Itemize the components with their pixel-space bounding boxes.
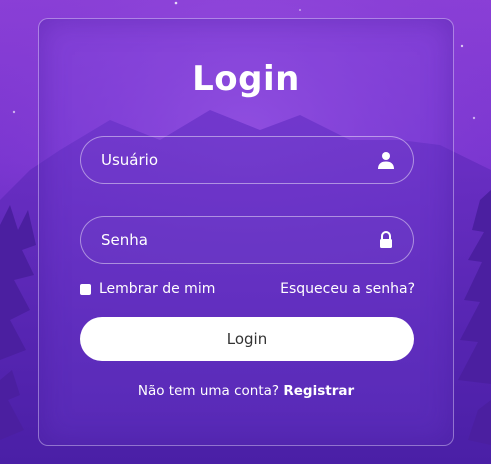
login-button[interactable]: Login (80, 317, 414, 361)
remember-label: Lembrar de mim (99, 281, 216, 297)
username-input[interactable] (101, 137, 361, 183)
user-icon (377, 150, 395, 170)
remember-me[interactable]: Lembrar de mim (80, 281, 215, 297)
lock-icon (377, 230, 395, 250)
login-title: Login (192, 59, 300, 99)
login-card: Login Lembrar de mim Esqueceu a senha? L… (38, 18, 454, 446)
password-input[interactable] (101, 217, 361, 263)
username-field[interactable] (80, 136, 414, 184)
password-field[interactable] (80, 216, 414, 264)
forgot-password-link[interactable]: Esqueceu a senha? (280, 281, 415, 297)
remember-checkbox[interactable] (80, 283, 91, 295)
register-link[interactable]: Registrar (283, 383, 354, 399)
register-text: Não tem uma conta? (137, 383, 284, 399)
register-prompt: Não tem uma conta? Registrar (39, 383, 453, 399)
